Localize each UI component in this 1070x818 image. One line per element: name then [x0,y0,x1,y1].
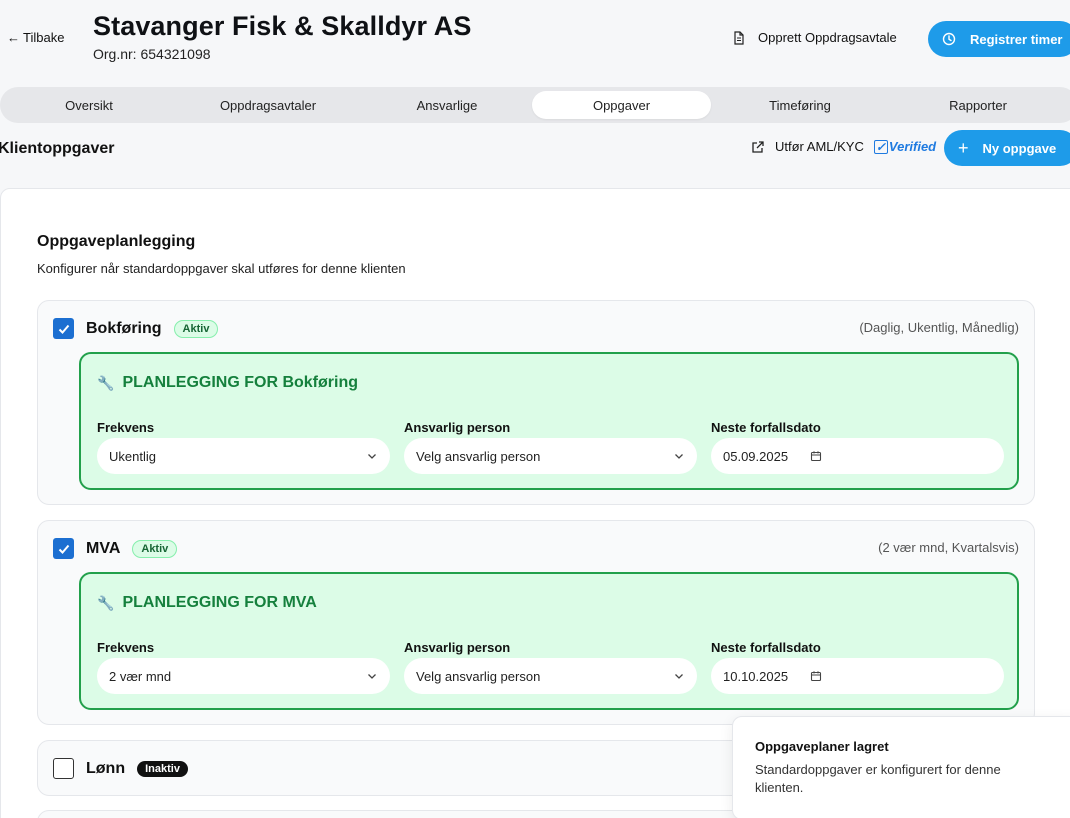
verified-logo: ✓ Verified [873,139,937,154]
register-hours-label: Registrer timer [970,31,1063,47]
calendar-icon[interactable] [810,670,822,682]
frequency-select[interactable]: Ukentlig [97,438,390,474]
external-link-icon [752,140,764,153]
frequency-select[interactable]: 2 vær mnd [97,658,390,694]
status-badge: Aktiv [132,539,178,558]
tab-oppgaver[interactable]: Oppgaver [532,91,711,119]
calendar-icon[interactable] [810,450,822,462]
task-header: Bokføring Aktiv [53,318,219,339]
frequency-value: 2 vær mnd [109,668,172,684]
create-contract-button[interactable]: Opprett Oppdragsavtale [732,30,897,45]
chevron-down-icon [675,454,683,459]
task-name: Lønn [86,759,126,777]
frequency-label: Frekvens [97,420,155,435]
due-date-input[interactable]: 10.10.2025 [711,658,1004,694]
status-badge: Aktiv [173,319,219,338]
aml-kyc-label: Utfør AML/KYC [775,139,864,154]
arrow-left-icon: ← [7,30,20,45]
responsible-value: Velg ansvarlig person [416,448,541,464]
responsible-label: Ansvarlig person [404,640,511,655]
task-header: MVA Aktiv [53,538,178,559]
page-header: ← Tilbake Stavanger Fisk & Skalldyr AS O… [0,0,1070,86]
aml-kyc-link[interactable]: Utfør AML/KYC ✓ Verified [751,139,936,154]
create-contract-label: Opprett Oppdragsavtale [758,30,897,45]
task-card-bokforing: Bokføring Aktiv (Daglig, Ukentlig, Måned… [37,300,1035,505]
task-checkbox[interactable] [53,538,74,559]
task-frequency-hint: (Daglig, Ukentlig, Månedlig) [859,320,1019,335]
panel-subtitle: Konfigurer når standardoppgaver skal utf… [37,261,406,276]
task-checkbox[interactable] [53,758,74,779]
check-icon [58,324,69,334]
panel-title: Oppgaveplanlegging [37,233,196,250]
tab-oppdragsavtaler[interactable]: Oppdragsavtaler [174,91,362,119]
section-title: Klientoppgaver [0,140,115,157]
task-header: Lønn Inaktiv [53,758,188,779]
tab-timeforing[interactable]: Timeføring [711,91,889,119]
toast-notification: Oppgaveplaner lagret Standardoppgaver er… [732,716,1070,818]
client-name: Stavanger Fisk & Skalldyr AS [93,11,472,41]
due-date-label: Neste forfallsdato [711,640,821,655]
check-icon [58,544,69,554]
due-date-label: Neste forfallsdato [711,420,821,435]
task-name: Bokføring [86,319,162,337]
verified-check-icon: ✓ [873,139,888,154]
responsible-value: Velg ansvarlig person [416,668,541,684]
due-date-input[interactable]: 05.09.2025 [711,438,1004,474]
new-task-label: Ny oppgave [982,140,1057,156]
tab-rapporter[interactable]: Rapporter [889,91,1067,119]
back-link[interactable]: ← Tilbake [7,30,64,45]
tab-bar: Oversikt Oppdragsavtaler Ansvarlige Oppg… [0,87,1070,123]
chevron-down-icon [368,454,376,459]
responsible-select[interactable]: Velg ansvarlig person [404,658,697,694]
document-icon [734,30,744,45]
due-date-value: 10.10.2025 [723,668,789,684]
wrench-icon: 🔧 [97,594,115,611]
tab-ansvarlige[interactable]: Ansvarlige [362,91,532,119]
task-card-mva: MVA Aktiv (2 vær mnd, Kvartalsvis) 🔧 PLA… [37,520,1035,725]
back-label: Tilbake [23,30,65,45]
plus-icon: + [958,138,969,158]
chevron-down-icon [675,674,683,679]
planning-title: 🔧 PLANLEGGING FOR Bokføring [97,374,358,391]
toast-message: Standardoppgaver er konfigurert for denn… [755,762,1001,795]
responsible-label: Ansvarlig person [404,420,511,435]
task-frequency-hint: (2 vær mnd, Kvartalsvis) [878,540,1019,555]
planning-box: 🔧 PLANLEGGING FOR MVA Frekvens 2 vær mnd… [79,572,1019,710]
wrench-icon: 🔧 [97,374,115,391]
frequency-label: Frekvens [97,640,155,655]
tab-oversikt[interactable]: Oversikt [4,91,174,119]
planning-title: 🔧 PLANLEGGING FOR MVA [97,594,317,611]
due-date-value: 05.09.2025 [723,448,789,464]
frequency-value: Ukentlig [109,448,156,464]
task-checkbox[interactable] [53,318,74,339]
status-badge: Inaktiv [137,760,188,777]
chevron-down-icon [368,674,376,679]
planning-box: 🔧 PLANLEGGING FOR Bokføring Frekvens Uke… [79,352,1019,490]
responsible-select[interactable]: Velg ansvarlig person [404,438,697,474]
task-name: MVA [86,539,121,557]
clock-icon [942,32,956,46]
new-task-button[interactable]: + Ny oppgave [944,130,1070,166]
toast-title: Oppgaveplaner lagret [755,739,889,754]
org-number: Org.nr: 654321098 [93,46,211,62]
register-hours-button[interactable]: Registrer timer [928,21,1070,57]
